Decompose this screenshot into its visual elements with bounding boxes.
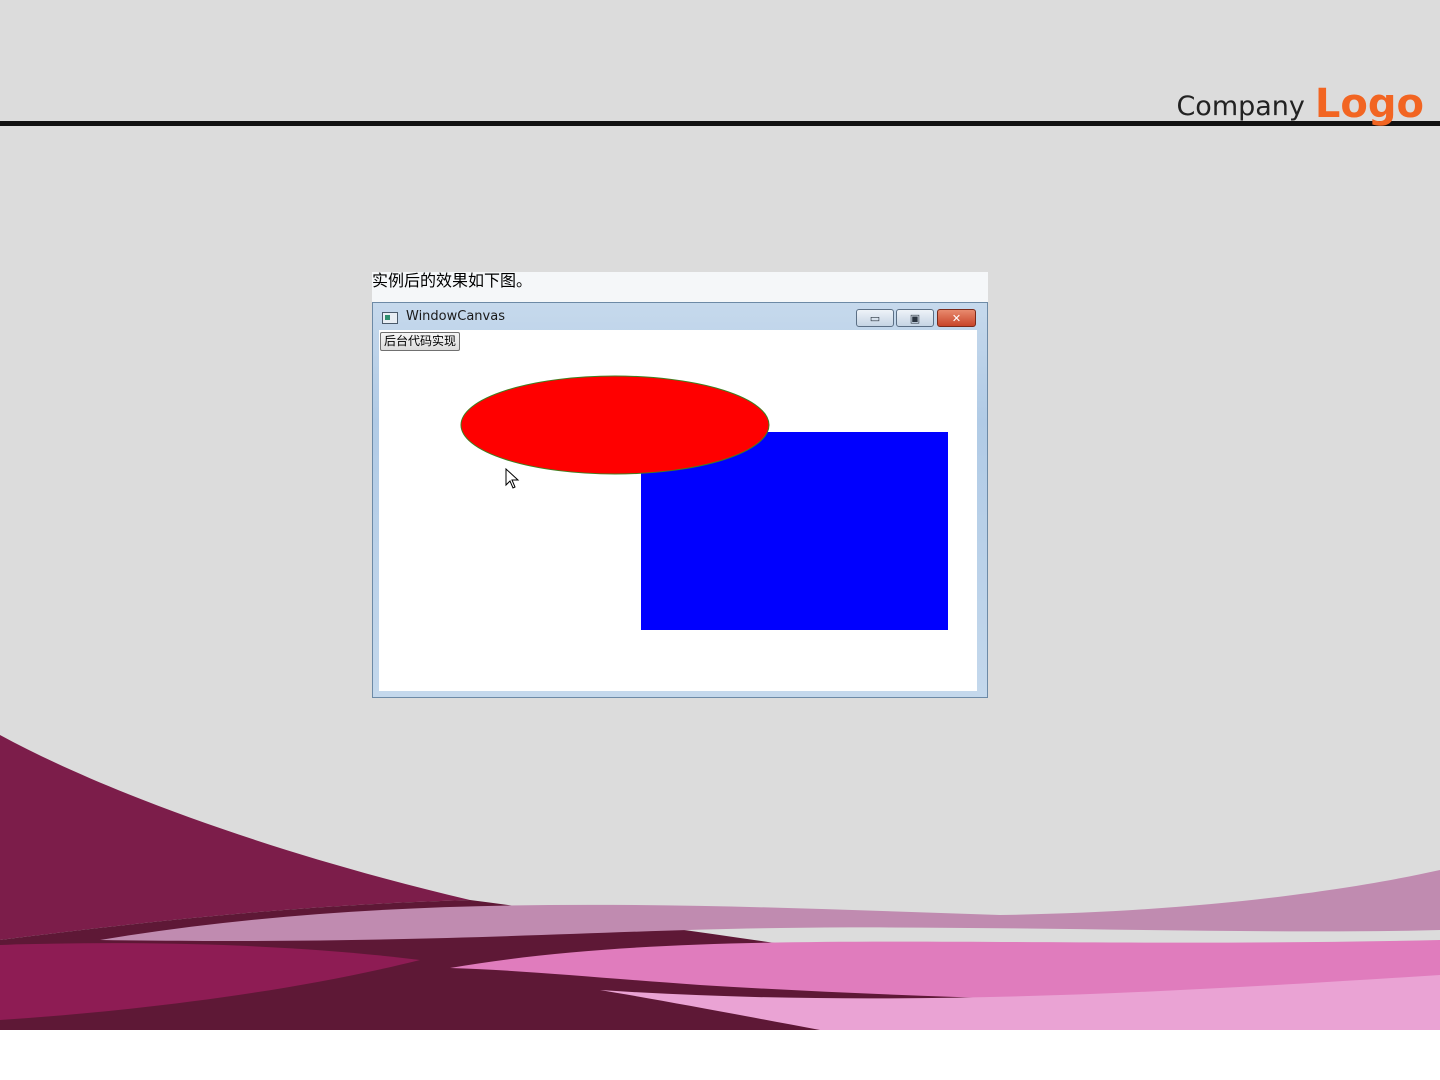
logo-text: Logo <box>1314 81 1424 127</box>
red-ellipse <box>460 375 770 475</box>
window-title: WindowCanvas <box>406 309 505 324</box>
close-button[interactable]: ✕ <box>937 309 976 327</box>
window-canvas-app: WindowCanvas ▭ ▣ ✕ 后台代码实现 <box>372 302 988 698</box>
window-app-icon <box>382 312 398 324</box>
mouse-cursor-icon <box>505 467 520 489</box>
maximize-button[interactable]: ▣ <box>896 309 934 327</box>
canvas <box>460 375 948 630</box>
slide-background: Company Logo 实例后的效果如下图。 WindowCanvas ▭ ▣… <box>0 0 1440 1030</box>
window-client-area: 后台代码实现 <box>379 330 977 691</box>
minimize-button[interactable]: ▭ <box>856 309 894 327</box>
company-logo: Company Logo <box>1176 76 1424 124</box>
slide-caption: 实例后的效果如下图。 <box>372 271 533 290</box>
code-behind-button[interactable]: 后台代码实现 <box>380 332 461 351</box>
company-text: Company <box>1176 91 1305 122</box>
